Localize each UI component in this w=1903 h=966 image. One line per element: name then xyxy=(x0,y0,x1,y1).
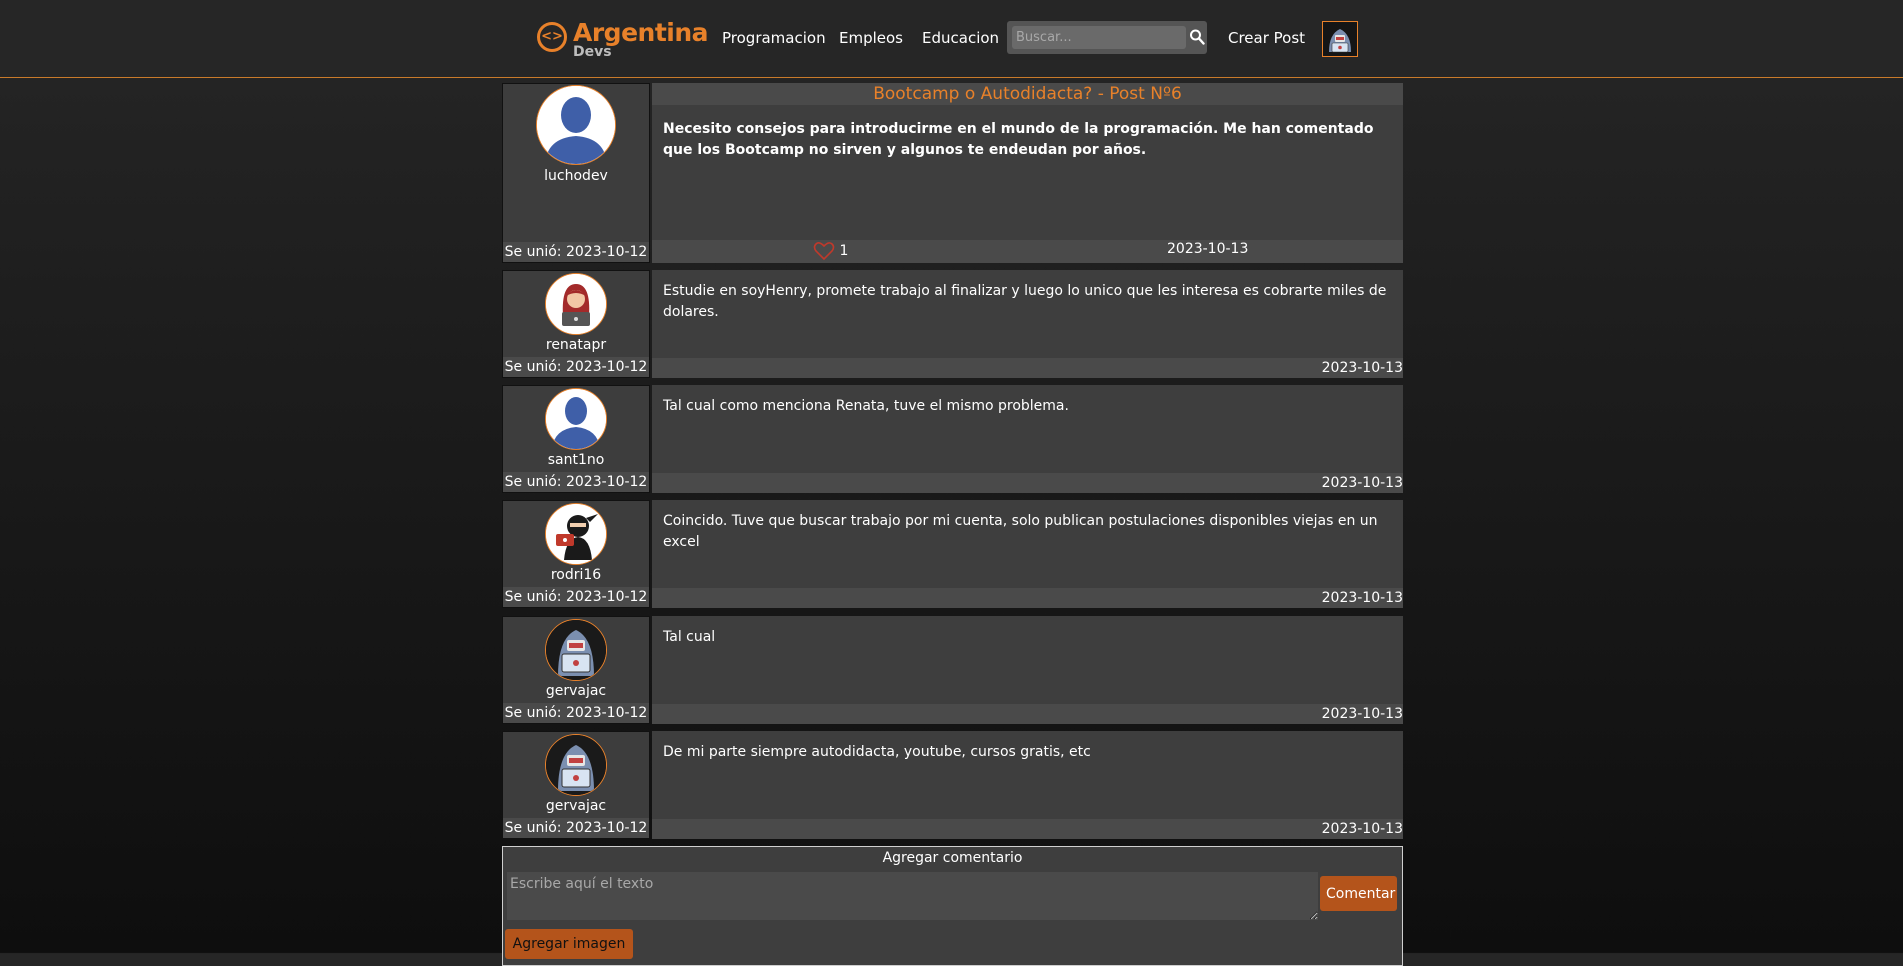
author-joined-date: Se unió: 2023-10-12 xyxy=(503,242,649,262)
main-post: luchodev Se unió: 2023-10-12 Bootcamp o … xyxy=(502,83,1403,263)
comment-date: 2023-10-13 xyxy=(1321,475,1403,491)
comment-content-panel: Estudie en soyHenry, promete trabajo al … xyxy=(652,270,1403,378)
post-title: Bootcamp o Autodidacta? - Post Nº6 xyxy=(652,83,1403,105)
post-content-panel: Bootcamp o Autodidacta? - Post Nº6 Neces… xyxy=(652,83,1403,263)
post-body: Necesito consejos para introducirme en e… xyxy=(663,121,1374,158)
comment-textarea[interactable] xyxy=(507,872,1318,920)
comment-footer: 2023-10-13 xyxy=(652,358,1403,378)
comment-footer: 2023-10-13 xyxy=(652,819,1403,839)
code-brackets-icon: <> xyxy=(537,22,567,52)
comment: gervajac Se unió: 2023-10-12 Tal cual 20… xyxy=(502,616,1403,724)
ninja-laptop-avatar-icon xyxy=(546,504,606,564)
create-post-link[interactable]: Crear Post xyxy=(1228,29,1305,47)
search-box xyxy=(1007,21,1207,54)
add-image-button[interactable]: Agregar imagen xyxy=(505,929,633,959)
comment-date: 2023-10-13 xyxy=(1321,821,1403,837)
comment-date: 2023-10-13 xyxy=(1321,590,1403,606)
post-date: 2023-10-13 xyxy=(1167,241,1249,257)
comment: rodri16 Se unió: 2023-10-12 Coincido. Tu… xyxy=(502,500,1403,608)
author-username[interactable]: gervajac xyxy=(503,798,649,814)
brand-name: Argentina xyxy=(573,18,709,47)
comment-text: Estudie en soyHenry, promete trabajo al … xyxy=(663,283,1387,320)
heart-icon xyxy=(813,242,835,261)
comment-author-panel: renatapr Se unió: 2023-10-12 xyxy=(502,270,650,378)
comment-footer: 2023-10-13 xyxy=(652,588,1403,608)
author-joined-date: Se unió: 2023-10-12 xyxy=(503,357,649,377)
add-comment-form: Agregar comentario Comentar Agregar imag… xyxy=(502,846,1403,966)
add-comment-title: Agregar comentario xyxy=(882,850,1023,866)
post-author-panel: luchodev Se unió: 2023-10-12 xyxy=(502,83,650,263)
default-user-icon xyxy=(537,86,615,164)
author-username[interactable]: luchodev xyxy=(503,168,649,184)
comment-author-panel: gervajac Se unió: 2023-10-12 xyxy=(502,731,650,839)
comment-content-panel: De mi parte siempre autodidacta, youtube… xyxy=(652,731,1403,839)
avatar[interactable] xyxy=(545,503,607,565)
submit-comment-button[interactable]: Comentar xyxy=(1320,876,1397,911)
navbar: <> Argentina Devs Programacion Empleos E… xyxy=(0,0,1903,78)
girl-laptop-avatar-icon xyxy=(546,274,606,334)
search-input[interactable] xyxy=(1012,26,1186,49)
avatar[interactable] xyxy=(545,619,607,681)
avatar[interactable] xyxy=(545,734,607,796)
avatar[interactable] xyxy=(545,388,607,450)
author-joined-date: Se unió: 2023-10-12 xyxy=(503,818,649,838)
hooded-hacker-avatar-icon xyxy=(1329,29,1351,53)
comment-content-panel: Coincido. Tuve que buscar trabajo por mi… xyxy=(652,500,1403,608)
nav-link-programacion[interactable]: Programacion xyxy=(722,29,826,47)
comment-date: 2023-10-13 xyxy=(1321,360,1403,376)
brand-subtitle: Devs xyxy=(573,44,612,60)
comment-text: De mi parte siempre autodidacta, youtube… xyxy=(663,744,1091,760)
comment: sant1no Se unió: 2023-10-12 Tal cual com… xyxy=(502,385,1403,493)
comment-author-panel: gervajac Se unió: 2023-10-12 xyxy=(502,616,650,724)
profile-avatar-button[interactable] xyxy=(1322,21,1358,57)
comment: renatapr Se unió: 2023-10-12 Estudie en … xyxy=(502,270,1403,378)
default-user-icon xyxy=(546,389,606,449)
avatar[interactable] xyxy=(545,273,607,335)
like-count: 1 xyxy=(839,243,849,259)
comment-author-panel: rodri16 Se unió: 2023-10-12 xyxy=(502,500,650,608)
author-username[interactable]: sant1no xyxy=(503,452,649,468)
hooded-hacker-avatar-icon xyxy=(546,620,606,680)
comment-footer: 2023-10-13 xyxy=(652,704,1403,724)
brand-logo[interactable]: <> Argentina Devs xyxy=(537,18,709,62)
nav-link-educacion[interactable]: Educacion xyxy=(922,29,999,47)
search-icon[interactable] xyxy=(1189,28,1205,46)
post-footer: 1 2023-10-13 xyxy=(652,240,1403,263)
author-username[interactable]: renatapr xyxy=(503,337,649,353)
comment: gervajac Se unió: 2023-10-12 De mi parte… xyxy=(502,731,1403,839)
comment-footer: 2023-10-13 xyxy=(652,473,1403,493)
comment-content-panel: Tal cual 2023-10-13 xyxy=(652,616,1403,724)
comment-text: Tal cual como menciona Renata, tuve el m… xyxy=(663,398,1069,414)
author-username[interactable]: rodri16 xyxy=(503,567,649,583)
comment-content-panel: Tal cual como menciona Renata, tuve el m… xyxy=(652,385,1403,493)
author-joined-date: Se unió: 2023-10-12 xyxy=(503,587,649,607)
avatar[interactable] xyxy=(536,85,616,165)
comment-author-panel: sant1no Se unió: 2023-10-12 xyxy=(502,385,650,493)
author-joined-date: Se unió: 2023-10-12 xyxy=(503,703,649,723)
nav-link-empleos[interactable]: Empleos xyxy=(839,29,903,47)
comment-text: Coincido. Tuve que buscar trabajo por mi… xyxy=(663,513,1378,550)
comment-date: 2023-10-13 xyxy=(1321,706,1403,722)
like-button[interactable]: 1 xyxy=(813,240,849,261)
hooded-hacker-avatar-icon xyxy=(546,735,606,795)
author-joined-date: Se unió: 2023-10-12 xyxy=(503,472,649,492)
comment-text: Tal cual xyxy=(663,629,716,645)
author-username[interactable]: gervajac xyxy=(503,683,649,699)
